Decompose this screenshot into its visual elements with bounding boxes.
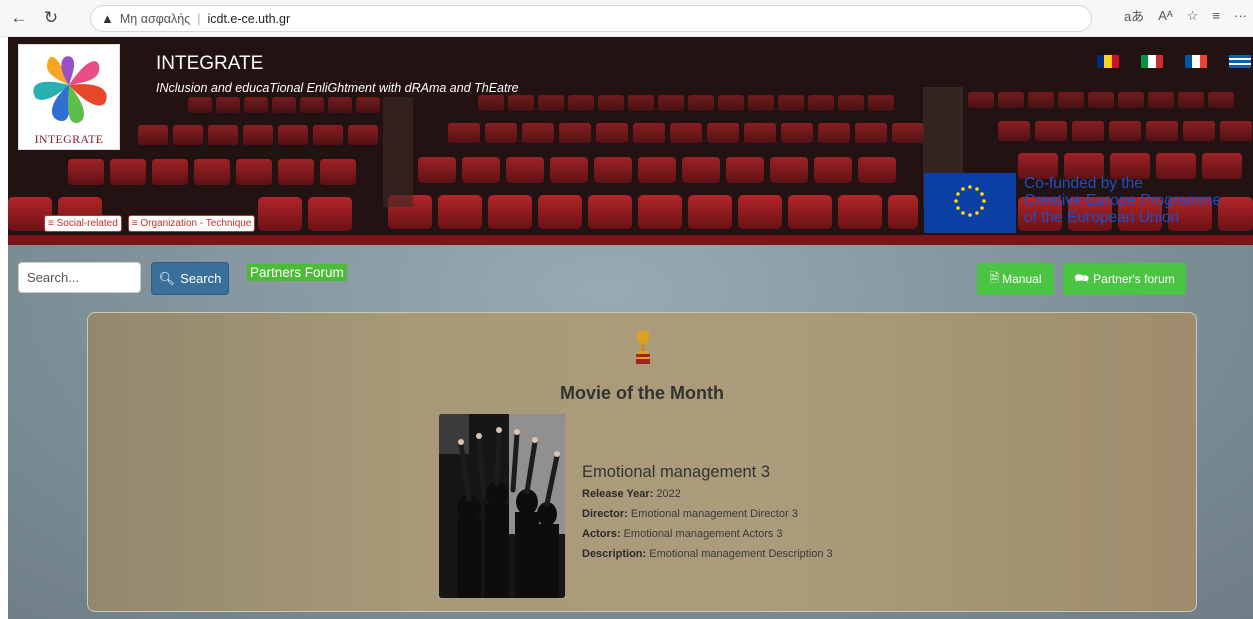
release-year-value: 2022 xyxy=(656,488,681,500)
description-value: Emotional management Description 3 xyxy=(649,548,833,560)
address-bar[interactable]: ▲ Μη ασφαλής | icdt.e-ce.uth.gr xyxy=(90,5,1092,32)
flag-france-icon[interactable] xyxy=(1185,55,1207,68)
star-icon[interactable]: ☆ xyxy=(1187,8,1199,24)
partner-forum-button[interactable]: 🗪 Partner's forum xyxy=(1063,263,1186,295)
integrate-logo[interactable]: INTEGRATE xyxy=(18,44,120,150)
release-year-label: Release Year: xyxy=(582,488,654,500)
flag-romania-icon[interactable] xyxy=(1097,55,1119,68)
site: INTEGRATE INTEGRATE INclusion and educaT… xyxy=(8,37,1253,619)
back-arrow-icon[interactable]: ← xyxy=(6,5,32,31)
browser-actions: aあ Aᴬ ☆ ≡ ··· xyxy=(1124,6,1247,25)
movie-poster[interactable] xyxy=(439,414,565,598)
director-value: Emotional management Director 3 xyxy=(630,508,798,520)
site-subtitle: INclusion and educaTional EnliGhtment wi… xyxy=(156,81,519,95)
release-year-row: Release Year: 2022 xyxy=(582,488,833,500)
eu-text-line-1: Co-funded by the xyxy=(1024,175,1143,192)
search-button-label: Search xyxy=(180,271,222,286)
director-label: Director: xyxy=(582,508,628,520)
tag-organization-technique[interactable]: ≡ Organization - Technique xyxy=(127,215,256,232)
partners-forum-link[interactable]: Partners Forum xyxy=(247,264,347,281)
favorites-icon[interactable]: ≡ xyxy=(1212,8,1220,23)
header-banner: INTEGRATE INTEGRATE INclusion and educaT… xyxy=(8,37,1253,245)
director-row: Director: Emotional management Director … xyxy=(582,508,833,520)
main-content: 🔍︎ Search Partners Forum 🗎 Manual 🗪 Part… xyxy=(8,245,1253,619)
description-row: Description: Emotional management Descri… xyxy=(582,548,833,560)
search-button[interactable]: 🔍︎ Search xyxy=(151,262,229,295)
warning-icon: ▲ xyxy=(101,11,114,26)
manual-button-label: Manual xyxy=(1002,272,1042,286)
eu-flag-icon xyxy=(924,173,1016,233)
read-aloud-icon[interactable]: aあ xyxy=(1124,6,1144,25)
url-text: icdt.e-ce.uth.gr xyxy=(207,11,291,26)
movie-info: Emotional management 3 Release Year: 202… xyxy=(582,463,833,568)
category-tags: ≡ Social-related ≡ Organization - Techni… xyxy=(44,215,256,232)
logo-text: INTEGRATE xyxy=(34,132,104,146)
text-size-icon[interactable]: Aᴬ xyxy=(1158,8,1173,23)
address-separator: | xyxy=(197,11,201,26)
eu-text-line-2: Creative Europe Programme xyxy=(1024,192,1222,209)
trophy-icon xyxy=(634,329,652,365)
flag-greece-icon[interactable] xyxy=(1229,55,1251,68)
flag-italy-icon[interactable] xyxy=(1141,55,1163,68)
reload-icon[interactable]: ↻ xyxy=(38,5,64,31)
language-flags xyxy=(1097,55,1251,68)
manual-button[interactable]: 🗎 Manual xyxy=(977,263,1054,295)
tag-social-related[interactable]: ≡ Social-related xyxy=(44,215,122,232)
search-icon: 🔍︎ xyxy=(158,270,176,286)
description-label: Description: xyxy=(582,548,647,560)
browser-toolbar: ← ↻ ▲ Μη ασφαλής | icdt.e-ce.uth.gr aあ A… xyxy=(0,0,1253,37)
actors-value: Emotional management Actors 3 xyxy=(623,528,783,540)
security-label: Μη ασφαλής xyxy=(119,11,191,26)
actors-row: Actors: Emotional management Actors 3 xyxy=(582,528,833,540)
movie-heading: Movie of the Month xyxy=(560,383,724,403)
more-icon[interactable]: ··· xyxy=(1234,8,1247,23)
actors-label: Actors: xyxy=(582,528,621,540)
movie-of-month-card: Movie of the Month Emotional management … xyxy=(87,312,1197,612)
site-title: INTEGRATE xyxy=(156,53,264,74)
eu-cofunded-text: Co-funded by the Creative Europe Program… xyxy=(1024,175,1221,226)
chat-icon: 🗪 xyxy=(1074,270,1090,285)
eu-text-line-3: of the European Union xyxy=(1024,209,1180,226)
hands-logo-icon xyxy=(33,56,107,124)
partner-forum-button-label: Partner's forum xyxy=(1093,272,1175,286)
file-icon: 🗎 xyxy=(989,270,1000,285)
movie-title[interactable]: Emotional management 3 xyxy=(582,463,833,482)
search-input[interactable] xyxy=(18,262,141,293)
